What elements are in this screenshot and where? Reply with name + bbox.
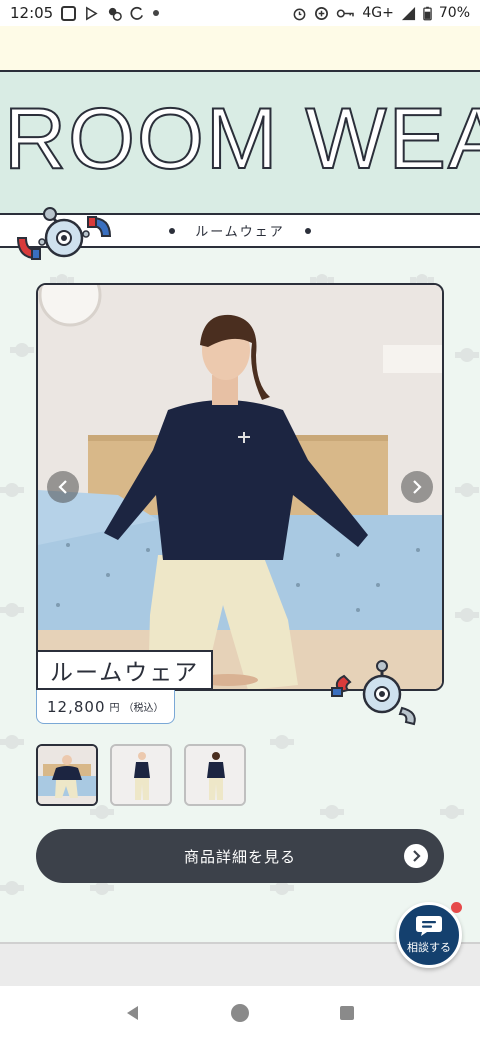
section-label: ルームウェア bbox=[195, 225, 285, 240]
data-saver-icon bbox=[315, 6, 329, 20]
gallery-icon bbox=[61, 5, 77, 21]
room-wear-model-photo bbox=[38, 285, 442, 689]
chat-bubble-icon bbox=[416, 916, 442, 936]
magnemite-character-icon bbox=[331, 660, 416, 726]
chevron-right-icon bbox=[413, 480, 422, 494]
product-title-box: ルームウェア bbox=[36, 650, 214, 690]
chat-consult-label: 相談する bbox=[407, 941, 451, 954]
signal-icon bbox=[401, 6, 415, 20]
recents-icon[interactable] bbox=[338, 1004, 356, 1022]
room-wear-section: ROOM WEA ルームウェア ルームウェア 12,800 円 （税込） 商品詳… bbox=[0, 70, 480, 942]
chevron-left-icon bbox=[58, 480, 67, 494]
alarm-icon bbox=[293, 8, 306, 20]
back-icon[interactable] bbox=[124, 1004, 142, 1022]
view-product-details-label: 商品詳細を見る bbox=[183, 847, 296, 866]
bullet-dot-left bbox=[169, 227, 176, 234]
product-price: 12,800 bbox=[47, 697, 106, 716]
site-header-band bbox=[0, 26, 480, 70]
hero-banner: ROOM WEA bbox=[0, 70, 480, 215]
price-tax-note: （税込） bbox=[123, 703, 164, 714]
android-nav-bar bbox=[0, 986, 480, 1040]
bullet-dot-right bbox=[304, 227, 311, 234]
thumbnail-1[interactable] bbox=[36, 744, 98, 806]
status-time: 12:05 bbox=[10, 4, 54, 22]
product-price-box: 12,800 円 （税込） bbox=[36, 690, 175, 724]
chat-notification-badge bbox=[451, 902, 462, 913]
price-currency: 円 bbox=[109, 703, 120, 714]
notification-dot-icon bbox=[153, 10, 160, 16]
home-icon[interactable] bbox=[230, 1003, 250, 1023]
sync-icon bbox=[130, 6, 144, 20]
carousel-next-button[interactable] bbox=[401, 471, 433, 503]
product-carousel-image[interactable] bbox=[36, 283, 444, 691]
view-product-details-button[interactable]: 商品詳細を見る bbox=[36, 829, 444, 883]
battery-icon bbox=[423, 6, 432, 20]
accessibility-icon bbox=[109, 7, 123, 21]
product-title: ルームウェア bbox=[50, 660, 200, 686]
status-bar: 12:05 4G+ 70% bbox=[0, 0, 480, 26]
arrow-right-circle-icon bbox=[404, 844, 428, 868]
thumbnail-image-standing-front bbox=[112, 746, 170, 804]
key-icon bbox=[337, 8, 355, 18]
thumbnail-2[interactable] bbox=[110, 744, 172, 806]
network-type: 4G+ bbox=[362, 5, 394, 21]
hero-title: ROOM WEA bbox=[3, 91, 480, 187]
thumbnail-image-sitting bbox=[38, 746, 96, 804]
magnemite-character-icon bbox=[16, 207, 112, 260]
battery-level: 70% bbox=[438, 5, 470, 21]
thumbnail-strip bbox=[36, 744, 246, 806]
thumbnail-image-standing-back bbox=[186, 746, 244, 804]
thumbnail-3[interactable] bbox=[184, 744, 246, 806]
carousel-prev-button[interactable] bbox=[47, 471, 79, 503]
play-store-icon bbox=[86, 6, 98, 20]
chat-consult-button[interactable]: 相談する bbox=[396, 902, 462, 968]
